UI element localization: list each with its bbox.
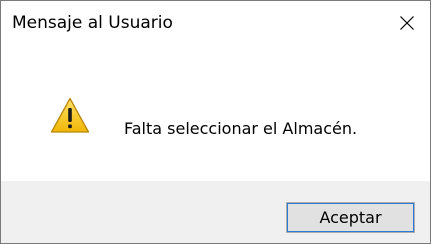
accept-button[interactable]: Aceptar <box>286 202 415 233</box>
close-icon <box>400 16 414 30</box>
message-text: Falta seleccionar el Almacén. <box>124 119 358 138</box>
close-button[interactable] <box>384 1 430 45</box>
message-dialog: Mensaje al Usuario Falta seleccionar el … <box>0 0 431 244</box>
button-bar: Aceptar <box>1 181 430 243</box>
warning-icon <box>50 97 90 133</box>
window-title: Mensaje al Usuario <box>12 13 173 33</box>
dialog-content: Falta seleccionar el Almacén. <box>1 45 430 181</box>
title-bar[interactable]: Mensaje al Usuario <box>1 1 430 45</box>
